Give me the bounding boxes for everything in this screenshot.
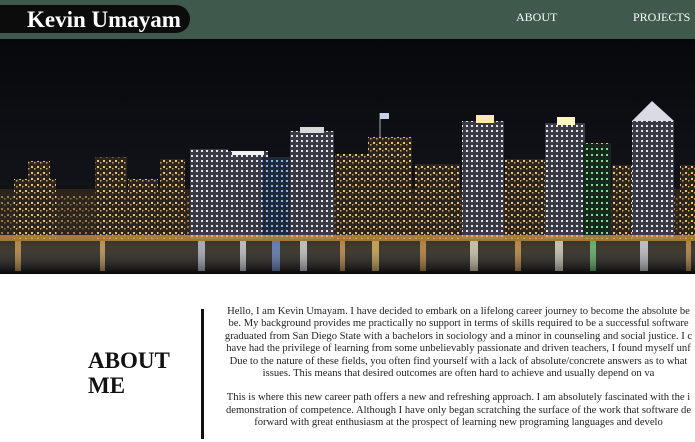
site-name[interactable]: Kevin Umayam: [27, 6, 181, 34]
about-paragraph-1: Hello, I am Kevin Umayam. I have decided…: [211, 306, 695, 380]
about-heading-line2: ME: [88, 373, 126, 398]
paragraph-line: forward with great enthusiasm at the pro…: [254, 417, 663, 429]
paragraph-line: demonstration of competence. Although I …: [225, 404, 692, 416]
paragraph-line: graduated from San Diego State with a ba…: [224, 330, 693, 342]
vertical-divider: [201, 309, 204, 439]
nav-about-link[interactable]: ABOUT: [516, 10, 557, 24]
nav-projects-link[interactable]: PROJECTS: [633, 10, 690, 24]
paragraph-line: Due to the nature of these fields, you o…: [229, 355, 688, 367]
about-me-heading: ABOUT ME: [88, 348, 198, 398]
skyline-illustration: [0, 39, 695, 274]
paragraph-line: Hello, I am Kevin Umayam. I have decided…: [227, 306, 690, 317]
about-text-block: Hello, I am Kevin Umayam. I have decided…: [211, 306, 695, 442]
top-navbar: Kevin Umayam ABOUT PROJECTS: [0, 0, 695, 39]
about-heading-line1: ABOUT: [88, 348, 170, 373]
about-paragraph-2: This is where this new career path offer…: [211, 392, 695, 429]
paragraph-line: be. My background provides me practicall…: [228, 318, 689, 330]
paragraph-line: issues. This means that desired outcomes…: [262, 368, 655, 380]
paragraph-line: have had the privilege of learning from …: [226, 343, 691, 355]
hero-skyline-image: [0, 39, 695, 274]
paragraph-line: This is where this new career path offer…: [226, 392, 691, 404]
